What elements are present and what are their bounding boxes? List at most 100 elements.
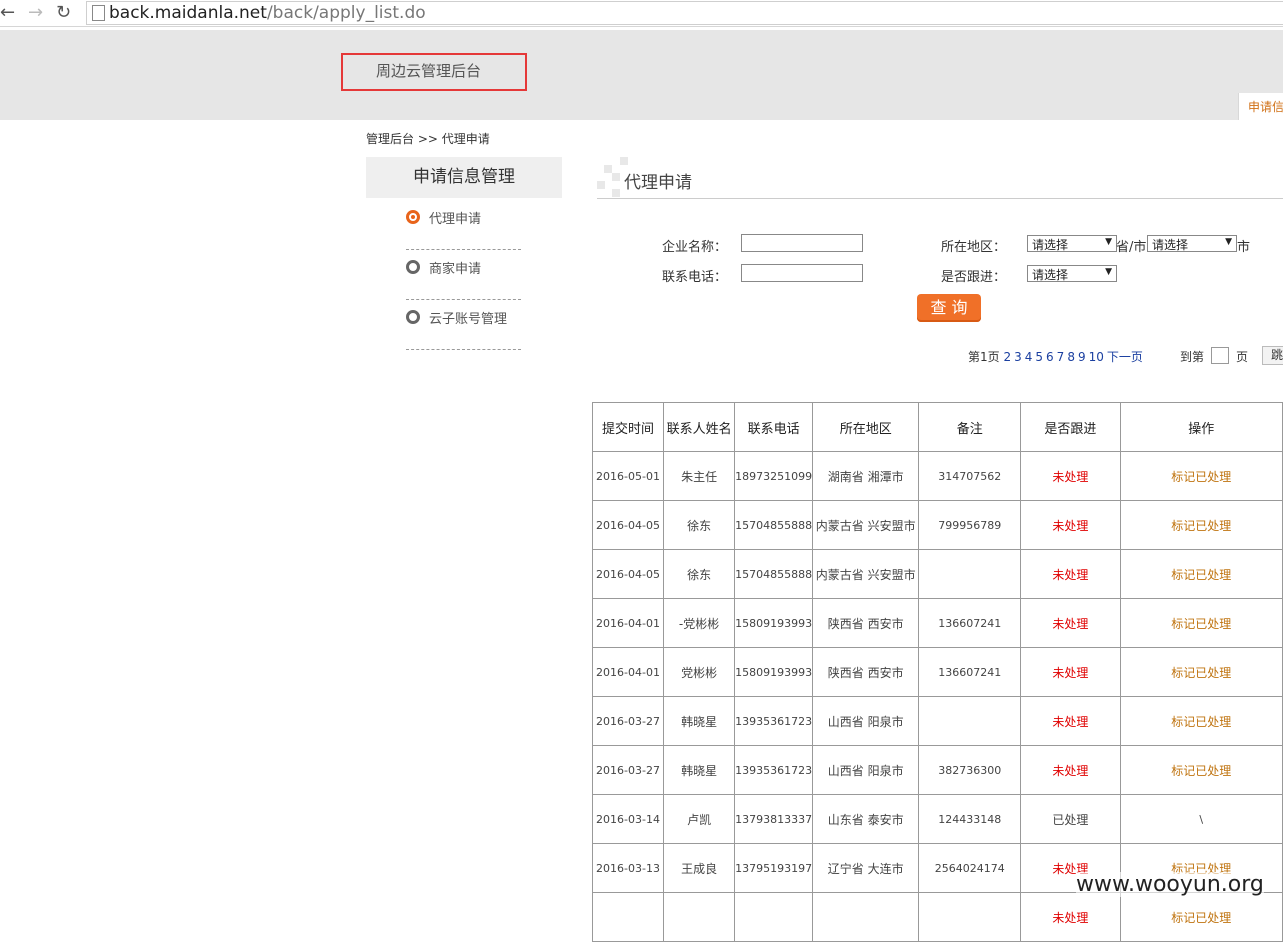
cell-action: 标记已处理 bbox=[1119, 549, 1283, 599]
cell-status: 已处理 bbox=[1020, 794, 1121, 844]
browser-toolbar: ← → ↻ back.maidanla.net/back/apply_list.… bbox=[0, 0, 1283, 27]
cell-date: 2016-04-01 bbox=[592, 647, 664, 697]
phone-input[interactable] bbox=[741, 264, 863, 282]
sidebar-item-label: 商家申请 bbox=[429, 262, 482, 277]
page-link[interactable]: 7 bbox=[1057, 350, 1065, 364]
cell-region: 陕西省 西安市 bbox=[812, 598, 920, 648]
cell-phone: 13793813337 bbox=[734, 794, 814, 844]
page-title: 代理申请 bbox=[624, 173, 692, 193]
title-decoration bbox=[597, 181, 605, 189]
cell-region: 陕西省 西安市 bbox=[812, 647, 920, 697]
cell-region: 辽宁省 大连市 bbox=[812, 843, 920, 893]
watermark-text: www.wooyun.org bbox=[1076, 872, 1264, 897]
page-number-input[interactable] bbox=[1211, 347, 1229, 364]
cell-note: 314707562 bbox=[918, 451, 1022, 501]
province-select[interactable]: 请选择 ▼ bbox=[1027, 235, 1117, 252]
cell-note: 136607241 bbox=[918, 647, 1022, 697]
current-page: 第1页 bbox=[968, 350, 1000, 364]
mark-processed-link[interactable]: 标记已处理 bbox=[1171, 715, 1231, 729]
region-label: 所在地区： bbox=[941, 240, 1007, 255]
table-row: 2016-03-27 韩晓星 13935361723 山西省 阳泉市 未处理 标… bbox=[592, 696, 1283, 746]
page-link[interactable]: 4 bbox=[1025, 350, 1033, 364]
cell-status: 未处理 bbox=[1020, 745, 1121, 795]
table-row: 2016-03-14 卢凯 13793813337 山东省 泰安市 124433… bbox=[592, 794, 1283, 844]
radio-unselected-icon bbox=[406, 310, 420, 324]
follow-select[interactable]: 请选择 ▼ bbox=[1027, 265, 1117, 282]
mark-processed-link[interactable]: 标记已处理 bbox=[1171, 666, 1231, 680]
cell-name: 卢凯 bbox=[662, 794, 736, 844]
title-decoration bbox=[612, 189, 620, 197]
cell-status: 未处理 bbox=[1020, 500, 1121, 550]
column-header: 联系电话 bbox=[734, 402, 814, 452]
follow-label: 是否跟进： bbox=[941, 270, 1007, 285]
page-link[interactable]: 3 bbox=[1014, 350, 1022, 364]
mark-processed-link[interactable]: 标记已处理 bbox=[1171, 568, 1231, 582]
cell-action: 标记已处理 bbox=[1119, 696, 1283, 746]
mark-processed-link[interactable]: 标记已处理 bbox=[1171, 911, 1231, 925]
cell-note bbox=[918, 549, 1022, 599]
cell-name: 朱主任 bbox=[662, 451, 736, 501]
mark-processed-link[interactable]: 标记已处理 bbox=[1171, 470, 1231, 484]
table-header-row: 提交时间 联系人姓名 联系电话 所在地区 备注 是否跟进 操作 bbox=[592, 402, 1283, 452]
cell-name: 韩晓星 bbox=[662, 745, 736, 795]
title-decoration bbox=[620, 157, 628, 165]
radio-selected-icon bbox=[406, 210, 420, 224]
sidebar-item-sub-account[interactable]: 云子账号管理 bbox=[406, 300, 521, 350]
sidebar-item-agent-apply[interactable]: 代理申请 bbox=[406, 200, 521, 250]
address-bar[interactable]: back.maidanla.net/back/apply_list.do bbox=[86, 1, 1283, 25]
mark-processed-link[interactable]: 标记已处理 bbox=[1171, 519, 1231, 533]
cell-phone: 15809193993 bbox=[734, 598, 814, 648]
cell-name bbox=[662, 892, 736, 942]
header-tab-apply-info[interactable]: 申请信 bbox=[1238, 93, 1283, 120]
next-page-link[interactable]: 下一页 bbox=[1107, 350, 1143, 364]
site-logo-text[interactable]: 周边云管理后台 bbox=[376, 60, 481, 81]
cell-status: 未处理 bbox=[1020, 696, 1121, 746]
table-row: 未处理 标记已处理 bbox=[592, 892, 1283, 942]
cell-phone: 13935361723 bbox=[734, 745, 814, 795]
query-button[interactable]: 查 询 bbox=[917, 294, 981, 322]
cell-date: 2016-03-27 bbox=[592, 745, 664, 795]
column-header: 所在地区 bbox=[812, 402, 920, 452]
title-decoration bbox=[612, 173, 620, 181]
table-row: 2016-04-05 徐东 15704855888 内蒙古省 兴安盟市 未处理 … bbox=[592, 549, 1283, 599]
mark-processed-link[interactable]: 标记已处理 bbox=[1171, 764, 1231, 778]
header-tab-label: 申请信 bbox=[1248, 100, 1283, 114]
cell-phone bbox=[734, 892, 814, 942]
cell-date: 2016-03-14 bbox=[592, 794, 664, 844]
cell-note bbox=[918, 892, 1022, 942]
page-link[interactable]: 5 bbox=[1035, 350, 1043, 364]
cell-note: 124433148 bbox=[918, 794, 1022, 844]
page-link[interactable]: 2 bbox=[1003, 350, 1011, 364]
city-select[interactable]: 请选择 ▼ bbox=[1147, 235, 1237, 252]
cell-note: 382736300 bbox=[918, 745, 1022, 795]
cell-action: 标记已处理 bbox=[1119, 647, 1283, 697]
cell-date: 2016-04-05 bbox=[592, 500, 664, 550]
cell-date bbox=[592, 892, 664, 942]
title-decoration bbox=[604, 165, 612, 173]
cell-region: 湖南省 湘潭市 bbox=[812, 451, 920, 501]
company-name-input[interactable] bbox=[741, 234, 863, 252]
dropdown-arrow-icon: ▼ bbox=[1105, 267, 1112, 277]
cell-phone: 13795193197 bbox=[734, 843, 814, 893]
table-row: 2016-03-27 韩晓星 13935361723 山西省 阳泉市 38273… bbox=[592, 745, 1283, 795]
dropdown-arrow-icon: ▼ bbox=[1225, 237, 1232, 247]
back-arrow-icon[interactable]: ← bbox=[0, 2, 15, 23]
forward-arrow-icon[interactable]: → bbox=[28, 2, 43, 23]
page-link[interactable]: 6 bbox=[1046, 350, 1054, 364]
apply-table: 提交时间 联系人姓名 联系电话 所在地区 备注 是否跟进 操作 2016-05-… bbox=[592, 402, 1283, 942]
go-page-button[interactable]: 跳 bbox=[1262, 346, 1283, 365]
cell-action: 标记已处理 bbox=[1119, 500, 1283, 550]
column-header: 备注 bbox=[918, 402, 1022, 452]
mark-processed-link[interactable]: 标记已处理 bbox=[1171, 617, 1231, 631]
page-link[interactable]: 8 bbox=[1067, 350, 1075, 364]
reload-icon[interactable]: ↻ bbox=[56, 2, 71, 23]
cell-status: 未处理 bbox=[1020, 549, 1121, 599]
table-row: 2016-05-01 朱主任 18973251099 湖南省 湘潭市 31470… bbox=[592, 451, 1283, 501]
sidebar-item-merchant-apply[interactable]: 商家申请 bbox=[406, 250, 521, 300]
company-label: 企业名称： bbox=[662, 240, 728, 255]
page-link[interactable]: 10 bbox=[1089, 350, 1104, 364]
cell-region: 内蒙古省 兴安盟市 bbox=[812, 500, 920, 550]
cell-note: 799956789 bbox=[918, 500, 1022, 550]
page-link[interactable]: 9 bbox=[1078, 350, 1086, 364]
sidebar-item-label: 代理申请 bbox=[429, 212, 482, 227]
